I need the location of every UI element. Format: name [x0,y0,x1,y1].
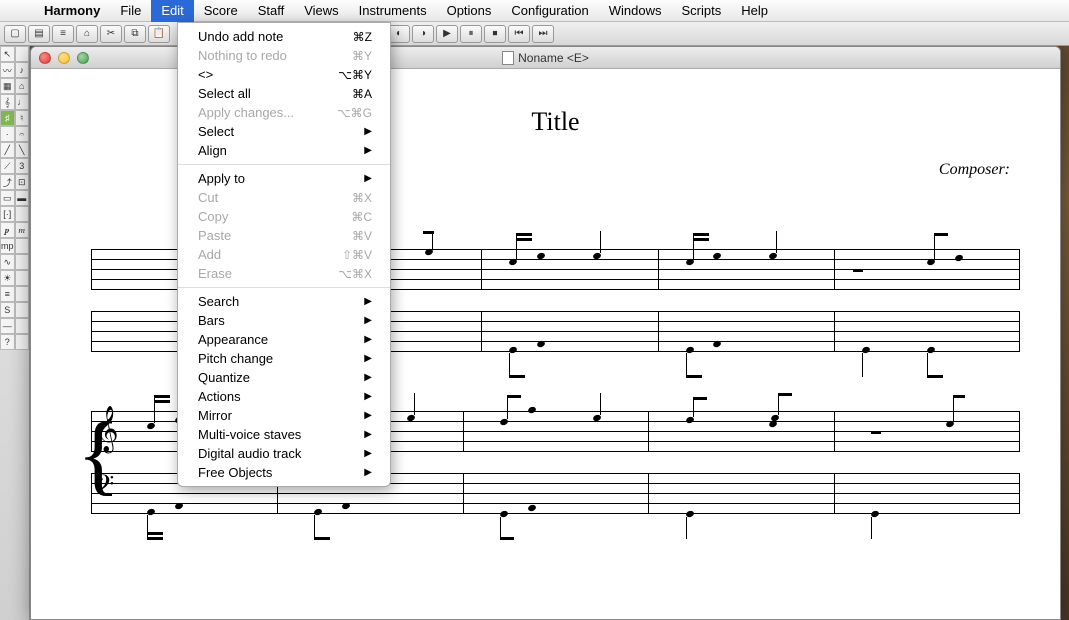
palette-tool[interactable]: — [0,318,15,334]
menu-score[interactable]: Score [194,0,248,22]
menu-item: Erase⌥⌘X [178,264,390,283]
toolbar-btn[interactable]: ◑ [412,25,434,43]
palette-tool[interactable]: ☀ [0,270,15,286]
toolbar-btn[interactable]: ▢ [4,25,26,43]
menu-item[interactable]: Apply to▶ [178,169,390,188]
menu-staff[interactable]: Staff [248,0,295,22]
palette-tool[interactable] [15,206,30,222]
menu-item: Nothing to redo⌘Y [178,46,390,65]
toolbar-btn[interactable]: ▤ [28,25,50,43]
document-icon [502,51,514,65]
palette-tool[interactable]: ⌂ [15,78,30,94]
menu-item[interactable]: Digital audio track▶ [178,444,390,463]
palette-tool[interactable]: ▬ [15,190,30,206]
toolbar-btn[interactable]: ⌂ [76,25,98,43]
palette-tool[interactable]: 𝄞 [0,94,15,110]
bass-clef-icon: 𝄢 [95,471,114,505]
palette-tool[interactable] [15,302,30,318]
system-brace: { [77,411,89,499]
palette-tool[interactable]: S [0,302,15,318]
palette-tool[interactable]: mp [0,238,15,254]
palette-tool[interactable]: ∿ [0,254,15,270]
toolbar-btn[interactable]: ⧉ [124,25,146,43]
main-toolbar: ▢ ▤ ≡ ⌂ ✂ ⧉ 📋 ▣ ▦ ⊞ ⊟ ♪ ♫ ♩ ♬ ◐ ◑ ▶ ⏸ ⏹ … [0,22,1069,46]
menu-item: Cut⌘X [178,188,390,207]
menu-edit[interactable]: Edit [151,0,193,22]
palette-tool[interactable]: ♮ [15,110,30,126]
palette-tool[interactable]: ⊡ [15,174,30,190]
palette-tool[interactable]: 〰 [0,62,15,78]
menu-item[interactable]: Pitch change▶ [178,349,390,368]
menu-item[interactable]: Actions▶ [178,387,390,406]
menu-windows[interactable]: Windows [599,0,672,22]
palette-tool[interactable]: 𝆏 [0,222,15,238]
palette-tool[interactable]: 3 [15,158,30,174]
menu-configuration[interactable]: Configuration [501,0,598,22]
palette-tool[interactable]: ▦ [0,78,15,94]
palette-tool[interactable]: ⟋ [0,158,15,174]
menu-item[interactable]: Mirror▶ [178,406,390,425]
toolbar-btn[interactable]: ✂ [100,25,122,43]
palette-tool[interactable]: ♪ [15,62,30,78]
menu-scripts[interactable]: Scripts [671,0,731,22]
toolbar-btn[interactable]: ◐ [388,25,410,43]
palette-tool[interactable] [15,270,30,286]
menu-options[interactable]: Options [437,0,502,22]
toolbar-btn[interactable]: ⏸ [460,25,482,43]
menu-item: Apply changes...⌥⌘G [178,103,390,122]
palette-tool[interactable]: ╱ [0,142,15,158]
palette-tool[interactable]: ? [0,334,15,350]
tool-palette: ↖〰♪▦⌂𝄞♩♯♮·𝄐╱╲⟋3⤴⊡▭▬[·]𝆏𝆐mp∿☀≡S—? [0,46,30,620]
palette-tool[interactable]: ╲ [15,142,30,158]
toolbar-btn[interactable]: ▶ [436,25,458,43]
menu-help[interactable]: Help [731,0,778,22]
palette-tool[interactable] [15,238,29,254]
toolbar-btn[interactable]: ⏹ [484,25,506,43]
menu-item[interactable]: Undo add note⌘Z [178,27,390,46]
palette-tool[interactable]: 𝄐 [15,126,30,142]
treble-clef-icon: 𝄞 [95,405,119,452]
menu-item[interactable]: Free Objects▶ [178,463,390,482]
palette-tool[interactable]: ⤴ [0,174,15,190]
menu-item: Paste⌘V [178,226,390,245]
menu-item[interactable]: Appearance▶ [178,330,390,349]
palette-tool[interactable]: ▭ [0,190,15,206]
edit-dropdown-menu: Undo add note⌘ZNothing to redo⌘Y<>⌥⌘YSel… [177,22,391,487]
palette-tool[interactable]: · [0,126,15,142]
menu-file[interactable]: File [110,0,151,22]
menu-item[interactable]: Select▶ [178,122,390,141]
menu-item[interactable]: Search▶ [178,292,390,311]
menu-item[interactable]: Bars▶ [178,311,390,330]
toolbar-btn[interactable]: ⏭ [532,25,554,43]
palette-tool[interactable]: ↖ [0,46,15,62]
palette-tool[interactable] [15,286,30,302]
menu-item[interactable]: Multi-voice staves▶ [178,425,390,444]
menu-item: Copy⌘C [178,207,390,226]
palette-tool[interactable] [15,318,30,334]
menu-harmony[interactable]: Harmony [34,0,110,22]
window-title-text: Noname <E> [518,51,589,65]
system-menubar: Harmony File Edit Score Staff Views Inst… [0,0,1069,22]
menu-views[interactable]: Views [294,0,348,22]
toolbar-btn[interactable]: 📋 [148,25,170,43]
toolbar-btn[interactable]: ⏮ [508,25,530,43]
menu-instruments[interactable]: Instruments [349,0,437,22]
palette-tool[interactable]: [·] [0,206,15,222]
menu-item[interactable]: Quantize▶ [178,368,390,387]
menu-item[interactable]: <>⌥⌘Y [178,65,390,84]
toolbar-btn[interactable]: ≡ [52,25,74,43]
palette-tool[interactable]: ≡ [0,286,15,302]
palette-tool[interactable]: ♩ [15,94,30,110]
palette-tool[interactable] [15,254,30,270]
palette-tool[interactable]: 𝆐 [15,222,30,238]
menu-item[interactable]: Select all⌘A [178,84,390,103]
palette-tool[interactable] [15,46,30,62]
palette-tool[interactable]: ♯ [0,110,15,126]
palette-tool[interactable] [15,334,30,350]
menu-item[interactable]: Align▶ [178,141,390,160]
menu-item: Add⇧⌘V [178,245,390,264]
